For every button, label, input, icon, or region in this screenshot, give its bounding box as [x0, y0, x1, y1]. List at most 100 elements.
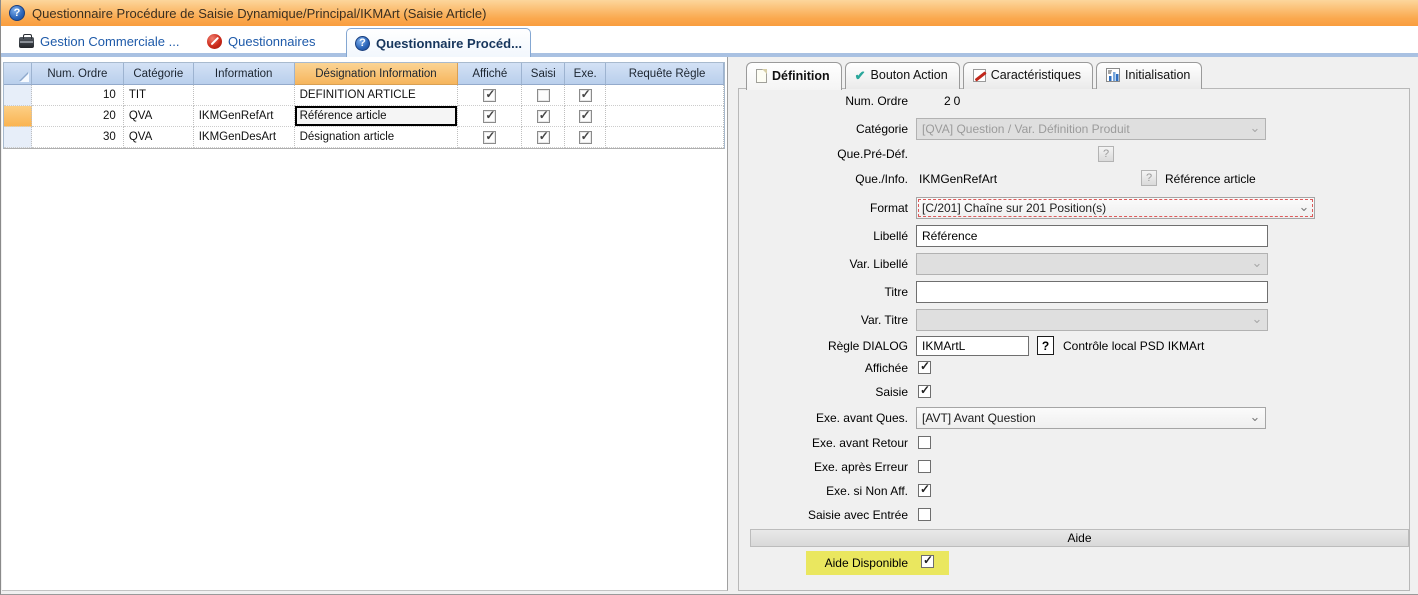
tab-label: Caractéristiques [991, 68, 1081, 82]
regle-dialog-note: Contrôle local PSD IKMArt [1063, 339, 1204, 353]
que-pre-def-label: Que.Pré-Déf. [738, 147, 908, 161]
exe-avant-retour-checkbox[interactable] [918, 436, 931, 449]
row-selector[interactable] [4, 127, 32, 148]
tab-definition[interactable]: Définition [746, 62, 842, 90]
chart-icon [1106, 68, 1120, 82]
tab-caracteristiques[interactable]: Caractéristiques [963, 62, 1093, 89]
affiche-checkbox[interactable] [483, 110, 496, 123]
table-row-selected[interactable]: 20 QVA IKMGenRefArt Référence article [4, 106, 724, 127]
grid-saisi-checkbox-cell[interactable] [522, 127, 565, 148]
tab-gestion-commerciale[interactable]: Gestion Commerciale ... [11, 29, 187, 53]
exe-si-non-aff-checkbox[interactable] [918, 484, 931, 497]
regle-dialog-label: Règle DIALOG [738, 339, 908, 353]
saisi-checkbox[interactable] [537, 110, 550, 123]
aide-disponible-checkbox[interactable] [921, 555, 934, 568]
grid-cell-designation[interactable]: DEFINITION ARTICLE [295, 85, 459, 106]
format-select-value: [C/201] Chaîne sur 201 Position(s) [922, 201, 1106, 215]
libelle-input[interactable] [916, 225, 1268, 247]
que-pre-def-help-button[interactable]: ? [1098, 146, 1114, 162]
tab-questionnaires[interactable]: Questionnaires [199, 29, 323, 53]
select-all-corner[interactable] [4, 63, 32, 85]
grid-affiche-checkbox-cell[interactable] [458, 127, 522, 148]
aide-disponible-label: Aide Disponible [738, 556, 908, 570]
exe-checkbox[interactable] [579, 89, 592, 102]
grid-cell-num-ordre[interactable]: 30 [32, 127, 124, 148]
col-header-information[interactable]: Information [194, 63, 295, 85]
detail-tab-strip: Définition ✔ Bouton Action Caractéristiq… [746, 62, 1202, 89]
exe-avant-ques-select[interactable]: [AVT] Avant Question ⌄ [916, 407, 1266, 429]
col-header-saisi[interactable]: Saisi [522, 63, 565, 85]
tab-bouton-action[interactable]: ✔ Bouton Action [845, 62, 960, 89]
categorie-label: Catégorie [738, 122, 908, 136]
grid-affiche-checkbox-cell[interactable] [458, 106, 522, 127]
affiche-checkbox[interactable] [483, 131, 496, 144]
saisi-checkbox[interactable] [537, 131, 550, 144]
col-header-requete-regle[interactable]: Requête Règle [606, 63, 724, 85]
que-info-help-button[interactable]: ? [1141, 170, 1157, 186]
exe-checkbox[interactable] [579, 131, 592, 144]
var-libelle-label: Var. Libellé [738, 257, 908, 271]
regle-dialog-input[interactable] [916, 336, 1029, 356]
grid-affiche-checkbox-cell[interactable] [458, 85, 522, 106]
row-selector[interactable] [4, 85, 32, 106]
grid-cell-num-ordre[interactable]: 20 [32, 106, 124, 127]
col-header-exe[interactable]: Exe. [565, 63, 606, 85]
help-icon: ? [9, 5, 25, 21]
chevron-down-icon: ⌄ [1249, 122, 1261, 136]
chevron-down-icon: ⌄ [1251, 313, 1263, 327]
grid-exe-checkbox-cell[interactable] [565, 106, 606, 127]
chevron-down-icon: ⌄ [1249, 411, 1261, 425]
table-row[interactable]: 30 QVA IKMGenDesArt Désignation article [4, 127, 724, 148]
grid-exe-checkbox-cell[interactable] [565, 85, 606, 106]
grid-cell-num-ordre[interactable]: 10 [32, 85, 124, 106]
pen-page-icon [973, 69, 986, 82]
exe-si-non-aff-label: Exe. si Non Aff. [738, 484, 908, 498]
grid-cell-categorie[interactable]: QVA [124, 106, 194, 127]
tab-label: Définition [772, 69, 830, 83]
col-header-num-ordre[interactable]: Num. Ordre [32, 63, 124, 85]
saisi-checkbox[interactable] [537, 89, 550, 102]
grid-cell-information[interactable]: IKMGenRefArt [194, 106, 295, 127]
tab-label: Gestion Commerciale ... [40, 34, 179, 49]
grid-saisi-checkbox-cell[interactable] [522, 106, 565, 127]
saisie-avec-entree-checkbox[interactable] [918, 508, 931, 521]
exe-apres-erreur-checkbox[interactable] [918, 460, 931, 473]
tab-questionnaire-procedure[interactable]: ? Questionnaire Procéd... [346, 28, 531, 57]
que-info-note: Référence article [1165, 172, 1256, 186]
grid-cell-requete-regle[interactable] [606, 85, 724, 106]
questions-grid: Num. Ordre Catégorie Information Désigna… [3, 62, 725, 149]
row-selector-current[interactable] [4, 106, 32, 127]
grid-saisi-checkbox-cell[interactable] [522, 85, 565, 106]
que-info-label: Que./Info. [738, 172, 908, 186]
affichee-checkbox[interactable] [918, 361, 931, 374]
col-header-categorie[interactable]: Catégorie [124, 63, 194, 85]
grid-cell-information[interactable]: IKMGenDesArt [194, 127, 295, 148]
grid-cell-categorie[interactable]: TIT [124, 85, 194, 106]
grid-cell-requete-regle[interactable] [606, 127, 724, 148]
table-row[interactable]: 10 TIT DEFINITION ARTICLE [4, 85, 724, 106]
grid-header-row: Num. Ordre Catégorie Information Désigna… [4, 63, 724, 85]
regle-dialog-help-button[interactable]: ? [1037, 336, 1054, 355]
titre-input[interactable] [916, 281, 1268, 303]
que-info-value: IKMGenRefArt [919, 172, 997, 186]
grid-exe-checkbox-cell[interactable] [565, 127, 606, 148]
tab-label: Questionnaire Procéd... [376, 36, 522, 51]
grid-cell-requete-regle[interactable] [606, 106, 724, 127]
col-header-designation[interactable]: Désignation Information [295, 63, 459, 85]
grid-cell-information[interactable] [194, 85, 295, 106]
format-select[interactable]: [C/201] Chaîne sur 201 Position(s) ⌄ [916, 197, 1315, 219]
grid-cell-designation[interactable]: Désignation article [295, 127, 459, 148]
corner-triangle-icon [20, 73, 29, 82]
grid-cell-categorie[interactable]: QVA [124, 127, 194, 148]
categorie-select[interactable]: [QVA] Question / Var. Définition Produit… [916, 118, 1266, 140]
grid-cell-designation-focused[interactable]: Référence article [295, 106, 459, 127]
tab-initialisation[interactable]: Initialisation [1096, 62, 1202, 89]
affiche-checkbox[interactable] [483, 89, 496, 102]
var-titre-label: Var. Titre [738, 313, 908, 327]
var-libelle-select[interactable]: ⌄ [916, 253, 1268, 275]
col-header-affiche[interactable]: Affiché [458, 63, 522, 85]
exe-checkbox[interactable] [579, 110, 592, 123]
num-ordre-value: 20 [944, 94, 963, 108]
saisie-checkbox[interactable] [918, 385, 931, 398]
var-titre-select[interactable]: ⌄ [916, 309, 1268, 331]
